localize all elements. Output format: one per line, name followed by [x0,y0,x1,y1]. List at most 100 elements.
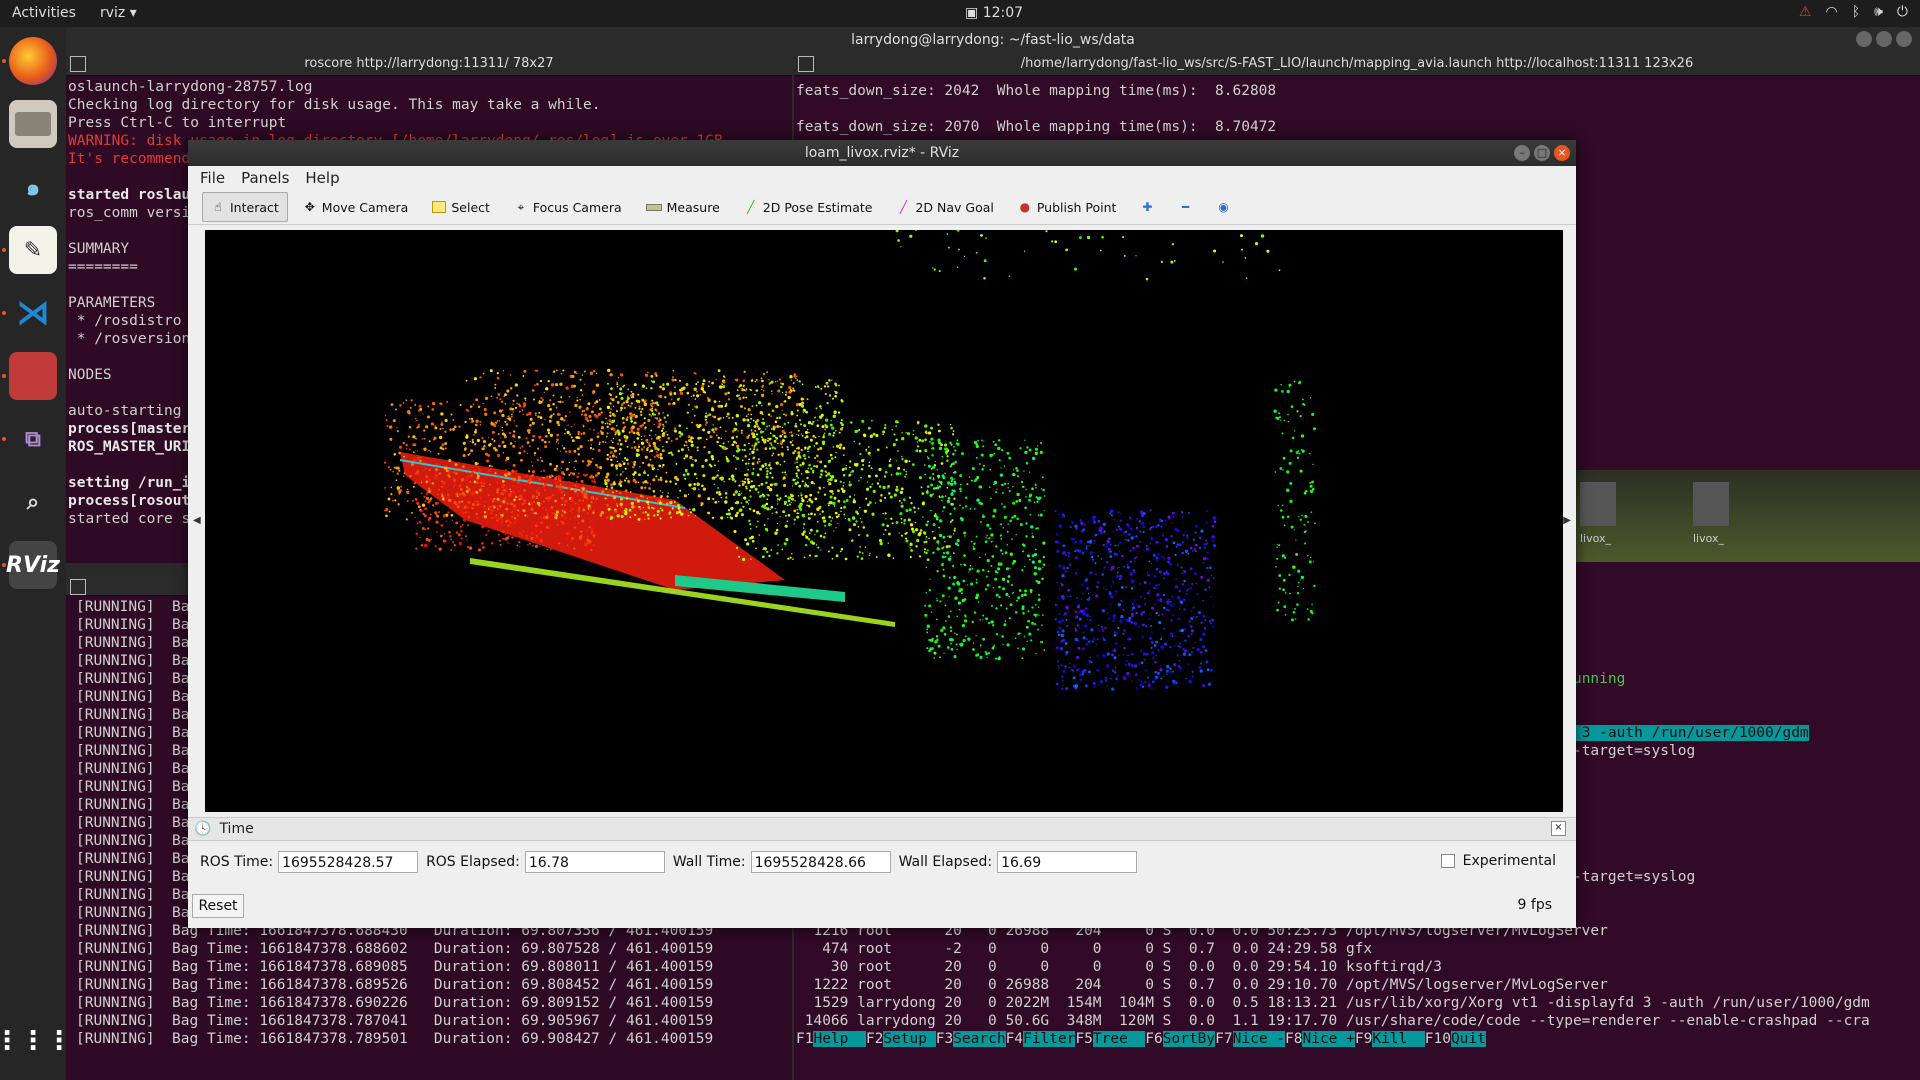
right-dock-toggle[interactable]: ▶ [1563,515,1571,526]
cloud-point [501,492,505,496]
cloud-point [764,504,767,506]
cloud-point [701,484,704,488]
checkbox-box[interactable] [1440,854,1455,868]
cloud-point [746,436,750,439]
warning-icon[interactable]: ⚠ [1799,4,1812,20]
maximize-icon[interactable] [1876,31,1892,47]
wifi-icon[interactable]: ◠ [1825,4,1837,20]
cloud-point [1131,529,1133,531]
remove-tool-button[interactable]: ━ [1169,192,1201,222]
show-applications-icon[interactable]: ⋮⋮⋮ [0,1017,72,1065]
tool-publish-point[interactable]: ● Publish Point [1009,192,1126,222]
cloud-point [420,492,423,495]
cloud-point [637,481,640,484]
cloud-point [671,440,673,442]
volume-icon[interactable]: 🕪 [1874,4,1883,20]
menu-help[interactable]: Help [305,169,339,187]
cloud-point [1206,578,1210,582]
experimental-checkbox[interactable]: Experimental [1440,853,1556,869]
tool-2d-pose-estimate[interactable]: ╱ 2D Pose Estimate [735,192,882,222]
tool-interact[interactable]: ☝ Interact [202,192,288,222]
tool-select[interactable]: Select [423,192,499,222]
cloud-point [644,470,646,472]
cloud-point [1093,520,1097,524]
cloud-point [1155,640,1159,644]
terminal-tab-icon [70,56,86,72]
cloud-point [410,462,415,467]
clock[interactable]: ▣ 12:07 [965,5,1023,21]
window-controls[interactable] [1856,31,1912,47]
rviz-icon[interactable]: RViz [6,541,60,589]
time-panel-header[interactable]: 🕓 Time × [188,817,1576,841]
close-icon[interactable]: × [1554,145,1570,161]
network-app-icon[interactable]: ⧉ [9,415,57,463]
rviz-titlebar[interactable]: loam_livox.rviz* - RViz – □ × [188,140,1576,166]
cloud-point [979,655,983,659]
close-icon[interactable] [1896,31,1912,47]
cloud-point [1040,442,1042,444]
bluetooth-icon[interactable]: ᛒ [1852,4,1860,20]
terminal-titlebar[interactable]: roscore http://larrydong:11311/ 78x27 [66,53,792,76]
tool-measure[interactable]: Measure [637,192,729,222]
files-icon[interactable] [9,100,57,148]
maximize-icon[interactable]: □ [1534,145,1550,161]
vscode-icon[interactable]: ⋊ [9,289,57,337]
cloud-point [660,496,663,499]
cloud-point [735,428,738,431]
firefox-icon[interactable] [9,37,57,85]
desktop-file-icon[interactable] [1580,482,1616,526]
cloud-point [1080,598,1083,600]
system-tray[interactable]: ⚠ ◠ ᛒ 🕪 ⏻ [1799,4,1908,20]
terminal-window-titlebar[interactable]: larrydong@larrydong: ~/fast-lio_ws/data [66,27,1920,53]
tool-properties-button[interactable]: ◉ [1207,192,1239,222]
cloud-point [444,442,448,445]
left-dock-toggle[interactable]: ◀ [193,515,201,526]
ros-time-field[interactable]: 1695528428.57 [278,851,419,873]
cloud-point [944,604,947,607]
window-controls[interactable]: – □ × [1514,145,1570,161]
disk-app-icon[interactable] [9,352,57,400]
cloud-point [1009,567,1011,569]
menu-panels[interactable]: Panels [241,169,289,187]
cloud-point [784,524,788,528]
rviz-window[interactable]: loam_livox.rviz* - RViz – □ × File Panel… [188,140,1576,928]
activities-button[interactable]: Activities [12,5,76,21]
cloud-point [717,436,720,440]
search-app-icon[interactable]: ⌕ [9,478,57,526]
cloud-point [853,494,856,496]
cloud-point [735,423,738,426]
cloud-point [766,550,769,554]
cloud-point [1295,552,1299,556]
minimize-icon[interactable]: – [1514,145,1530,161]
terminal-titlebar[interactable]: /home/larrydong/fast-lio_ws/src/S-FAST_L… [794,53,1920,76]
wall-time-field[interactable]: 1695528428.66 [750,851,891,873]
ros-elapsed-field[interactable]: 16.78 [524,851,665,873]
cloud-point [909,555,912,558]
cloud-point [1028,448,1032,452]
wall-elapsed-field[interactable]: 16.69 [997,851,1138,873]
power-icon[interactable]: ⏻ [1897,4,1908,20]
cloud-point [1211,625,1214,628]
cloud-point [928,537,930,540]
cloud-point [563,419,566,422]
minimize-icon[interactable] [1856,31,1872,47]
cloud-point [547,431,551,435]
menu-file[interactable]: File [200,169,225,187]
cloud-point [895,438,898,442]
cloud-point [1091,517,1096,521]
cloud-point [956,266,959,268]
tool-move-camera[interactable]: ✥ Move Camera [294,192,418,222]
gitkraken-icon[interactable]: ๑ [9,163,57,211]
3d-viewport[interactable] [205,230,1563,812]
tool-2d-nav-goal[interactable]: ╱ 2D Nav Goal [887,192,1002,222]
tool-focus-camera[interactable]: ⌖ Focus Camera [505,192,631,222]
desktop-file-icon[interactable] [1693,482,1729,526]
cloud-point [438,511,441,513]
reset-button[interactable]: Reset [192,894,244,918]
cloud-point [1102,630,1105,632]
close-panel-icon[interactable]: × [1551,821,1566,836]
app-menu[interactable]: rviz ▾ [100,5,137,21]
text-editor-icon[interactable]: ✎ [9,226,57,274]
add-tool-button[interactable]: ✚ [1131,192,1163,222]
cloud-point [1181,551,1185,555]
